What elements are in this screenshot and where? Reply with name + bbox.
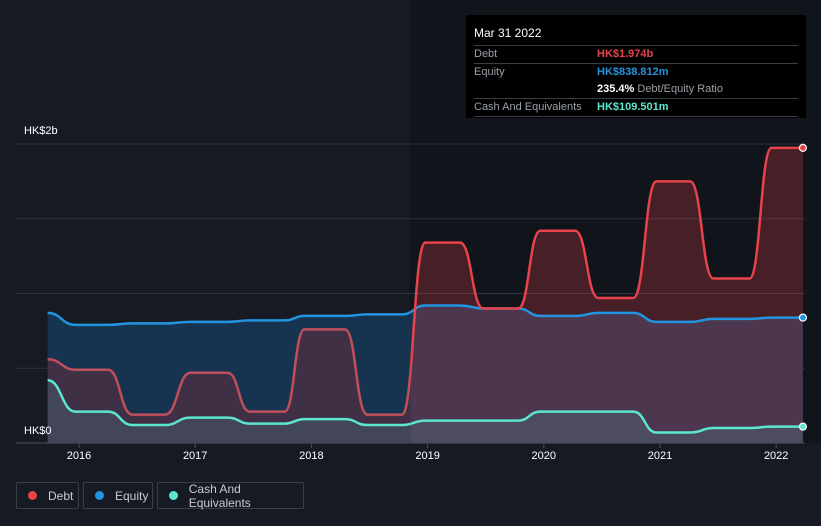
tooltip-equity-value: HK$838.812m [597, 66, 669, 78]
debt-end-point[interactable] [798, 143, 808, 152]
cash-dot-icon [169, 491, 178, 500]
x-tick-label: 2017 [182, 450, 208, 462]
tooltip-ratio-label: Debt/Equity Ratio [637, 83, 723, 95]
legend-cash[interactable]: Cash And Equivalents [157, 481, 304, 510]
equity-end-point[interactable] [798, 313, 808, 322]
x-tick-label: 2022 [763, 450, 789, 462]
legend-debt-label: Debt [48, 488, 74, 503]
equity-dot-icon [95, 491, 104, 500]
legend-cash-label: Cash And Equivalents [188, 481, 251, 510]
y-tick-label-top: HK$2b [24, 125, 58, 137]
legend-equity-label: Equity [115, 488, 149, 503]
tooltip-ratio-value: 235.4% [597, 83, 635, 95]
x-tick-label: 2021 [647, 450, 673, 462]
cash-and-equivalents-end-point[interactable] [798, 422, 808, 431]
x-tick-label: 2020 [531, 450, 557, 462]
tooltip-date: Mar 31 2022 [474, 23, 798, 46]
tooltip-cash-value: HK$109.501m [597, 101, 669, 113]
debt-dot-icon [28, 491, 37, 500]
x-tick-label: 2019 [415, 450, 440, 462]
tooltip-equity-label: Equity [474, 66, 505, 78]
legend-equity[interactable]: Equity [83, 482, 153, 509]
tooltip-cash-label: Cash And Equivalents [474, 101, 582, 113]
legend-debt[interactable]: Debt [16, 482, 79, 509]
tooltip-debt-label: Debt [474, 48, 498, 60]
y-tick-label-zero: HK$0 [24, 425, 52, 437]
tooltip: Mar 31 2022 Debt HK$1.974b Equity HK$838.8… [466, 15, 806, 118]
x-tick-label: 2016 [66, 450, 92, 462]
x-tick-label: 2018 [299, 450, 324, 462]
tooltip-debt-value: HK$1.974b [597, 48, 654, 60]
